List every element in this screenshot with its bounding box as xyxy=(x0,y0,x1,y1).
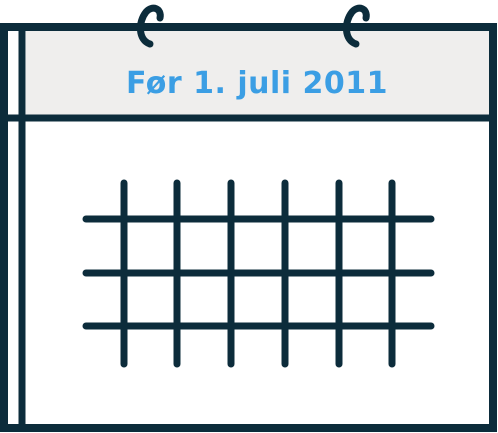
calendar-illustration: Før 1. juli 2011 xyxy=(0,0,498,433)
calendar-header-title: Før 1. juli 2011 xyxy=(126,65,388,101)
